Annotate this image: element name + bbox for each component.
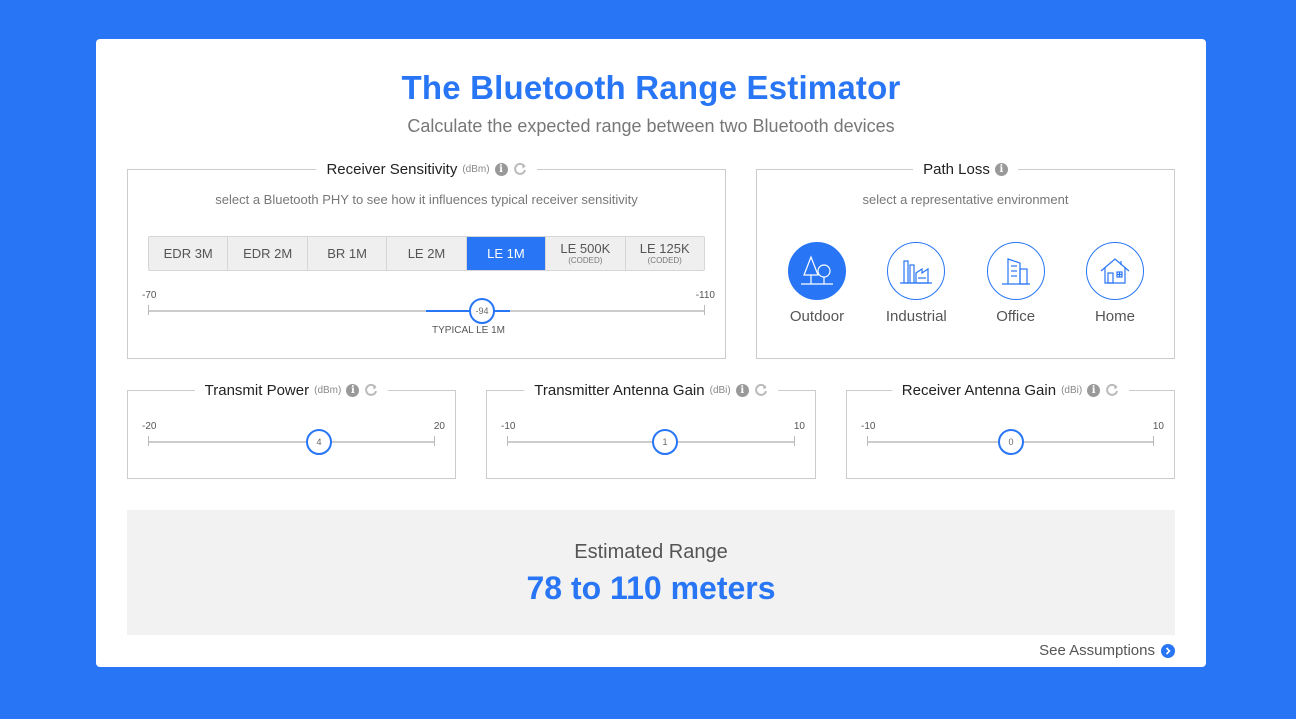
phy-button-sublabel: (CODED) xyxy=(647,256,682,265)
slider-thumb[interactable]: -94 xyxy=(469,298,495,324)
info-icon[interactable]: i xyxy=(994,162,1008,176)
slider-min-label: -10 xyxy=(861,421,876,432)
house-icon xyxy=(1100,258,1130,284)
environment-label: Industrial xyxy=(885,308,947,325)
phy-button-edr-2m[interactable]: EDR 2M xyxy=(228,237,308,270)
transmit-power-panel: Transmit Power (dBm) i -20 20 4 xyxy=(127,380,456,479)
estimated-range-label: Estimated Range xyxy=(574,541,728,563)
estimated-range-value: 78 to 110 meters xyxy=(526,570,776,606)
environment-office[interactable]: Office xyxy=(976,242,1056,325)
environment-label: Outdoor xyxy=(789,308,845,325)
phy-button-le-125k[interactable]: LE 125K (CODED) xyxy=(626,237,704,270)
tx-antenna-gain-unit: (dBi) xyxy=(709,384,731,396)
path-loss-title: Path Loss xyxy=(923,160,990,178)
receiver-sensitivity-unit: (dBm) xyxy=(462,163,490,175)
tx-antenna-gain-panel: Transmitter Antenna Gain (dBi) i -10 10 … xyxy=(486,380,816,479)
phy-button-label: LE 1M xyxy=(487,246,525,261)
info-icon[interactable]: i xyxy=(494,162,508,176)
page-subtitle: Calculate the expected range between two… xyxy=(407,116,895,136)
info-icon[interactable]: i xyxy=(346,383,360,397)
typical-range-band xyxy=(426,310,510,312)
reset-icon[interactable] xyxy=(513,162,527,176)
slider-max-label: 10 xyxy=(1152,421,1164,432)
see-assumptions-link[interactable]: See Assumptions xyxy=(1039,642,1175,659)
reset-icon[interactable] xyxy=(1105,383,1119,397)
environment-label: Home xyxy=(1094,308,1135,325)
info-icon[interactable]: i xyxy=(1087,383,1101,397)
phy-button-le-500k[interactable]: LE 500K (CODED) xyxy=(546,237,626,270)
slider-track[interactable] xyxy=(148,441,435,443)
phy-button-label: LE 125K xyxy=(639,241,690,256)
factory-icon xyxy=(900,260,933,284)
phy-button-edr-3m[interactable]: EDR 3M xyxy=(149,237,229,270)
rx-antenna-gain-panel: Receiver Antenna Gain (dBi) i -10 10 0 xyxy=(846,380,1175,479)
receiver-sensitivity-panel: Receiver Sensitivity (dBm) i select a Bl… xyxy=(127,159,726,359)
tx-antenna-gain-title: Transmitter Antenna Gain xyxy=(534,381,705,399)
slider-thumb[interactable]: 1 xyxy=(652,429,678,455)
transmit-power-unit: (dBm) xyxy=(314,384,342,396)
environment-industrial[interactable]: Industrial xyxy=(876,242,956,325)
reset-icon[interactable] xyxy=(364,383,378,397)
slider-thumb[interactable]: 0 xyxy=(998,429,1024,455)
slider-value: 4 xyxy=(316,437,322,447)
slider-track[interactable] xyxy=(507,441,795,443)
see-assumptions-label: See Assumptions xyxy=(1039,642,1155,659)
phy-button-sublabel: (CODED) xyxy=(568,256,603,265)
phy-button-label: EDR 3M xyxy=(163,246,213,261)
slider-value: 1 xyxy=(662,437,668,447)
phy-button-br-1m[interactable]: BR 1M xyxy=(308,237,388,270)
estimated-range-box: Estimated Range 78 to 110 meters xyxy=(127,510,1175,635)
info-icon[interactable]: i xyxy=(735,383,749,397)
slider-min-label: -10 xyxy=(501,421,516,432)
slider-thumb[interactable]: 4 xyxy=(306,429,332,455)
office-building-icon xyxy=(1001,258,1030,285)
slider-value: 0 xyxy=(1008,437,1014,447)
phy-button-le-2m[interactable]: LE 2M xyxy=(387,237,467,270)
chevron-right-icon xyxy=(1161,643,1175,658)
rx-antenna-gain-unit: (dBi) xyxy=(1061,384,1083,396)
path-loss-panel: Path Loss i select a representative envi… xyxy=(756,159,1175,359)
phy-button-le-1m[interactable]: LE 1M xyxy=(466,237,547,270)
typical-label: TYPICAL LE 1M xyxy=(432,325,505,336)
slider-max-label: 20 xyxy=(433,421,445,432)
environment-home[interactable]: Home xyxy=(1075,242,1155,325)
receiver-sensitivity-title: Receiver Sensitivity xyxy=(326,160,458,178)
phy-button-label: BR 1M xyxy=(327,246,367,261)
slider-value: -94 xyxy=(475,306,489,316)
phy-button-label: LE 2M xyxy=(407,246,446,261)
phy-button-label: LE 500K xyxy=(560,241,611,256)
phy-selector: EDR 3M EDR 2M BR 1M LE 2M LE 1M LE 500K (CODED… xyxy=(148,236,705,271)
environment-selector: Outdoor Industrial Office Home xyxy=(777,242,1155,325)
phy-button-label: EDR 2M xyxy=(243,246,293,261)
slider-min-label: -70 xyxy=(142,290,157,301)
reset-icon[interactable] xyxy=(754,383,768,397)
environment-outdoor[interactable]: Outdoor xyxy=(777,242,857,325)
slider-max-label: -110 xyxy=(695,290,715,301)
rx-antenna-gain-title: Receiver Antenna Gain xyxy=(901,381,1057,399)
slider-max-label: 10 xyxy=(793,421,805,432)
page-title: The Bluetooth Range Estimator xyxy=(401,69,901,106)
environment-label: Office xyxy=(996,308,1036,325)
trees-icon xyxy=(801,255,833,285)
slider-min-label: -20 xyxy=(142,421,157,432)
receiver-sensitivity-hint: select a Bluetooth PHY to see how it inf… xyxy=(215,192,638,207)
estimator-card: The Bluetooth Range Estimator Calculate … xyxy=(96,39,1206,667)
transmit-power-title: Transmit Power xyxy=(204,381,310,399)
path-loss-hint: select a representative environment xyxy=(862,192,1069,207)
